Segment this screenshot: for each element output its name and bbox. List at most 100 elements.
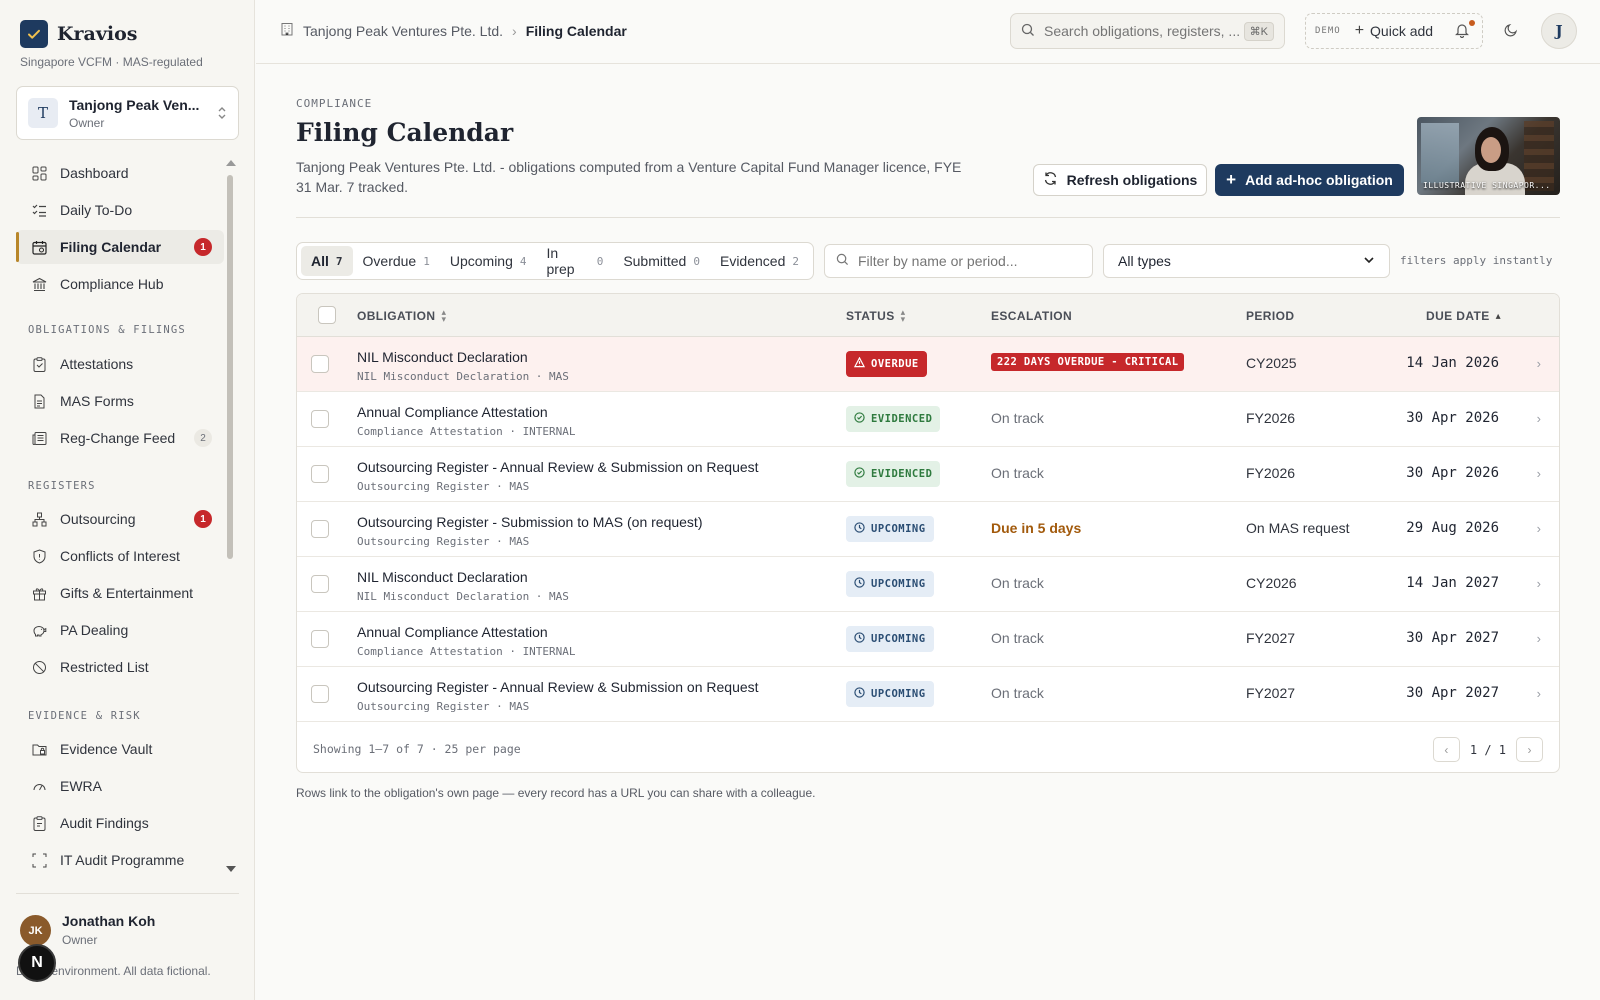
search-icon bbox=[836, 253, 849, 269]
next-page-button[interactable]: › bbox=[1516, 737, 1543, 762]
obligation-title[interactable]: NIL Misconduct Declaration bbox=[357, 569, 528, 585]
sidebar-item-evidence-vault[interactable]: Evidence Vault bbox=[16, 732, 224, 766]
row-checkbox[interactable] bbox=[311, 355, 329, 373]
table-row[interactable]: Outsourcing Register - Annual Review & S… bbox=[297, 447, 1559, 502]
column-label: STATUS bbox=[846, 309, 895, 323]
tab-submitted[interactable]: Submitted 0 bbox=[613, 246, 710, 276]
table-row[interactable]: Outsourcing Register - Submission to MAS… bbox=[297, 502, 1559, 557]
row-checkbox[interactable] bbox=[311, 575, 329, 593]
breadcrumb-org[interactable]: Tanjong Peak Ventures Pte. Ltd. bbox=[303, 23, 503, 39]
table-row[interactable]: Annual Compliance Attestation Compliance … bbox=[297, 612, 1559, 667]
refresh-obligations-button[interactable]: Refresh obligations bbox=[1033, 164, 1207, 196]
bell-icon[interactable] bbox=[1454, 22, 1470, 41]
obligation-title[interactable]: Outsourcing Register - Annual Review & S… bbox=[357, 459, 759, 475]
sidebar-item-audit-findings[interactable]: Audit Findings bbox=[16, 806, 224, 840]
previous-page-button[interactable]: ‹ bbox=[1432, 737, 1460, 762]
select-all-checkbox[interactable] bbox=[318, 306, 336, 324]
sidebar-item-reg-change-feed[interactable]: Reg-Change Feed 2 bbox=[16, 421, 224, 455]
avatar[interactable]: JK bbox=[20, 915, 51, 946]
obligation-title[interactable]: Outsourcing Register - Submission to MAS… bbox=[357, 514, 702, 530]
brand[interactable]: Kravios bbox=[20, 20, 137, 48]
row-checkbox[interactable] bbox=[311, 685, 329, 703]
sidebar-item-mas-forms[interactable]: MAS Forms bbox=[16, 384, 224, 418]
status-badge: UPCOMING bbox=[846, 571, 934, 597]
sidebar-item-restricted-list[interactable]: Restricted List bbox=[16, 650, 224, 684]
sidebar-item-ewra[interactable]: EWRA bbox=[16, 769, 224, 803]
column-header-status[interactable]: STATUS ▴ ▾ bbox=[846, 308, 906, 324]
sidebar-item-outsourcing[interactable]: Outsourcing 1 bbox=[16, 502, 224, 536]
tab-evidenced[interactable]: Evidenced 2 bbox=[710, 246, 809, 276]
quick-add-button[interactable]: + Quick add bbox=[1355, 22, 1433, 40]
tab-label: Upcoming bbox=[449, 253, 513, 269]
obligation-title[interactable]: NIL Misconduct Declaration bbox=[357, 349, 528, 365]
scan-icon bbox=[31, 852, 47, 868]
table-row[interactable]: Annual Compliance Attestation Compliance … bbox=[297, 392, 1559, 447]
sidebar-item-label: Audit Findings bbox=[60, 815, 149, 831]
sidebar-scrollbar[interactable] bbox=[227, 175, 233, 559]
status-badge: EVIDENCED bbox=[846, 406, 941, 432]
table-row[interactable]: NIL Misconduct Declaration NIL Misconduct… bbox=[297, 557, 1559, 612]
sidebar-item-compliance-hub[interactable]: Compliance Hub bbox=[16, 267, 224, 301]
sidebar-item-label: Reg-Change Feed bbox=[60, 430, 176, 446]
filter-search[interactable] bbox=[824, 244, 1093, 278]
table-row[interactable]: NIL Misconduct Declaration NIL Misconduct… bbox=[297, 337, 1559, 392]
sidebar-item-dashboard[interactable]: Dashboard bbox=[16, 156, 224, 190]
add-adhoc-obligation-button[interactable]: + Add ad-hoc obligation bbox=[1215, 164, 1404, 196]
sidebar-item-filing-calendar[interactable]: Filing Calendar 1 bbox=[16, 230, 224, 264]
clipboard-check-icon bbox=[31, 815, 47, 831]
filter-input[interactable] bbox=[858, 253, 1081, 269]
row-checkbox[interactable] bbox=[311, 465, 329, 483]
obligation-title[interactable]: Annual Compliance Attestation bbox=[357, 624, 548, 640]
scroll-down-arrow-icon[interactable] bbox=[226, 866, 236, 872]
obligation-title[interactable]: Annual Compliance Attestation bbox=[357, 404, 548, 420]
sidebar-item-pa-dealing[interactable]: PA Dealing bbox=[16, 613, 224, 647]
search-input[interactable] bbox=[1044, 23, 1244, 39]
sidebar-item-label: Conflicts of Interest bbox=[60, 548, 180, 564]
chevron-right-icon[interactable]: › bbox=[1537, 466, 1541, 481]
status-label: EVIDENCED bbox=[871, 468, 933, 480]
tab-overdue[interactable]: Overdue 1 bbox=[353, 246, 440, 276]
column-header-obligation[interactable]: OBLIGATION ▴ ▾ bbox=[357, 308, 446, 324]
building-icon bbox=[280, 22, 294, 39]
obligation-subtitle: NIL Misconduct Declaration · MAS bbox=[357, 590, 569, 603]
tab-label: All bbox=[311, 253, 329, 269]
check-circle-icon bbox=[854, 467, 865, 481]
table-row[interactable]: Outsourcing Register - Annual Review & S… bbox=[297, 667, 1559, 722]
chevron-right-icon[interactable]: › bbox=[1537, 631, 1541, 646]
sidebar-item-conflicts-of-interest[interactable]: Conflicts of Interest bbox=[16, 539, 224, 573]
status-label: UPCOMING bbox=[871, 688, 926, 700]
status-label: OVERDUE bbox=[871, 358, 919, 370]
obligation-title[interactable]: Outsourcing Register - Annual Review & S… bbox=[357, 679, 759, 695]
chevron-right-icon[interactable]: › bbox=[1537, 411, 1541, 426]
status-badge: UPCOMING bbox=[846, 626, 934, 652]
scroll-up-arrow-icon[interactable] bbox=[226, 160, 236, 166]
tab-all[interactable]: All 7 bbox=[301, 246, 353, 276]
sidebar-item-attestations[interactable]: Attestations bbox=[16, 347, 224, 381]
sidebar-item-label: IT Audit Programme bbox=[60, 852, 185, 868]
sidebar-item-it-audit-programme[interactable]: IT Audit Programme bbox=[16, 843, 224, 876]
org-switcher[interactable]: T Tanjong Peak Ven... Owner bbox=[16, 86, 239, 140]
column-label: PERIOD bbox=[1246, 309, 1295, 323]
gauge-icon bbox=[31, 778, 47, 794]
n-button[interactable]: N bbox=[18, 944, 56, 982]
sidebar-item-daily-todo[interactable]: Daily To-Do bbox=[16, 193, 224, 227]
org-avatar: T bbox=[28, 98, 58, 128]
column-header-due-date[interactable]: DUE DATE ▴ bbox=[1426, 309, 1501, 323]
chevron-right-icon[interactable]: › bbox=[1537, 686, 1541, 701]
chevron-right-icon[interactable]: › bbox=[1537, 576, 1541, 591]
moon-icon[interactable] bbox=[1503, 22, 1519, 41]
chevron-right-icon[interactable]: › bbox=[1537, 356, 1541, 371]
user-avatar-button[interactable]: J bbox=[1541, 13, 1577, 49]
type-select[interactable]: All types bbox=[1103, 244, 1390, 278]
chevron-right-icon[interactable]: › bbox=[1537, 521, 1541, 536]
row-checkbox[interactable] bbox=[311, 630, 329, 648]
count-badge: 2 bbox=[194, 429, 212, 447]
sidebar-item-gifts-entertainment[interactable]: Gifts & Entertainment bbox=[16, 576, 224, 610]
row-checkbox[interactable] bbox=[311, 410, 329, 428]
document-icon bbox=[31, 393, 47, 409]
global-search[interactable]: ⌘K bbox=[1010, 13, 1285, 49]
tab-upcoming[interactable]: Upcoming 4 bbox=[440, 246, 537, 276]
tab-in-prep[interactable]: In prep 0 bbox=[537, 245, 614, 277]
row-checkbox[interactable] bbox=[311, 520, 329, 538]
clock-icon bbox=[854, 632, 865, 646]
